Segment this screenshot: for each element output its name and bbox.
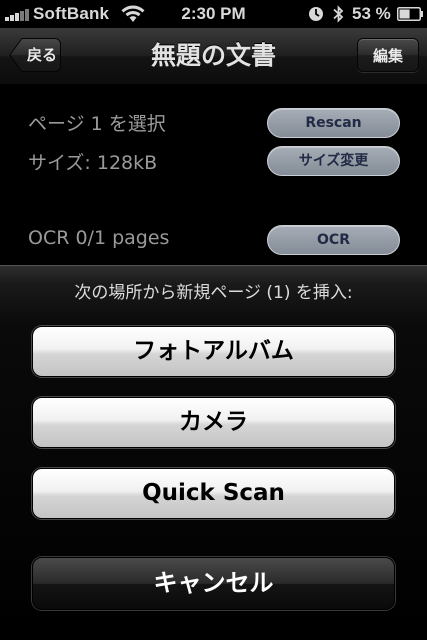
navigation-bar: 無題の文書 戻る 編集 [0, 28, 427, 85]
size-label: サイズ: 128kB [28, 152, 158, 174]
page-select-label: ページ 1 を選択 [28, 113, 166, 135]
ocr-status-label: OCR 0/1 pages [28, 227, 170, 249]
action-sheet: 次の場所から新規ページ (1) を挿入: フォトアルバム カメラ Quick S… [0, 265, 427, 640]
ocr-button[interactable]: OCR [267, 225, 400, 255]
edit-button[interactable]: 編集 [357, 38, 419, 72]
back-button[interactable]: 戻る [9, 38, 61, 72]
cancel-button[interactable]: キャンセル [32, 557, 395, 610]
alarm-icon [309, 7, 323, 21]
status-bar: SoftBank 2:30 PM 53 % [0, 0, 427, 28]
bluetooth-icon [333, 5, 344, 23]
battery-percent: 53 % [352, 4, 391, 23]
action-sheet-title: 次の場所から新規ページ (1) を挿入: [74, 283, 353, 303]
back-button-label: 戻る [26, 46, 57, 64]
photo-album-button[interactable]: フォトアルバム [32, 326, 395, 377]
quick-scan-button[interactable]: Quick Scan [32, 468, 395, 519]
document-info: ページ 1 を選択 サイズ: 128kB OCR 0/1 pages Resca… [0, 85, 427, 265]
rescan-button[interactable]: Rescan [267, 108, 400, 138]
camera-button[interactable]: カメラ [32, 397, 395, 448]
battery-icon [397, 7, 423, 21]
resize-button[interactable]: サイズ変更 [267, 146, 400, 176]
